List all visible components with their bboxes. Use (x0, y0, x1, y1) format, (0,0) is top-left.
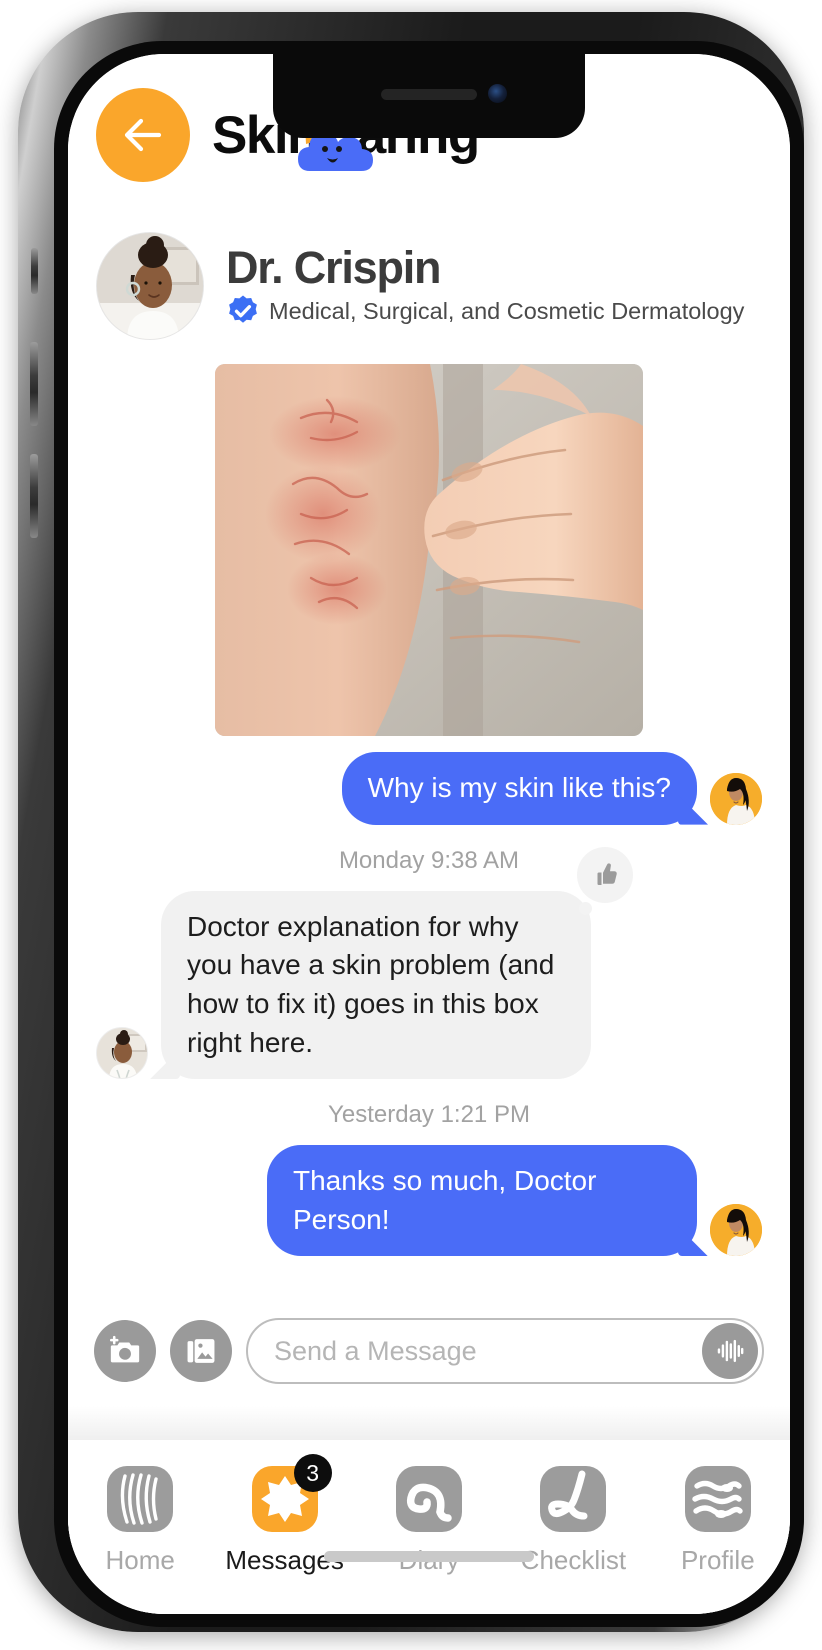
notch (273, 54, 585, 138)
checkmark-glyph (548, 1470, 588, 1520)
message-row-incoming: Doctor explanation for why you have a sk… (96, 846, 762, 1080)
tab-checklist-label: Checklist (520, 1545, 627, 1575)
message-timestamp: Yesterday 1:21 PM (328, 1101, 530, 1129)
star-burst-icon: 3 (251, 1454, 332, 1532)
message-row-outgoing: Why is my skin like this? (96, 752, 762, 825)
message-row-outgoing: Thanks so much, Doctor Person! (96, 1145, 762, 1257)
skin-photo (215, 364, 643, 736)
message-bubble[interactable]: Why is my skin like this? (341, 752, 697, 825)
bottom-navigation: Home 3 Messages Checklist Profile (68, 1440, 790, 1614)
verified-badge-icon (229, 295, 257, 323)
doctor-specialty-row: Medical, Surgical, and Cosmetic Dermatol… (226, 294, 744, 328)
composer-divider (68, 1406, 790, 1440)
messages-badge: 3 (293, 1454, 332, 1492)
voice-button[interactable] (702, 1323, 758, 1379)
camera-button[interactable] (94, 1320, 156, 1382)
user-portrait (710, 1204, 762, 1257)
message-bubble[interactable]: Thanks so much, Doctor Person! (267, 1145, 697, 1257)
tab-home-label: Home (105, 1545, 175, 1575)
skin-photo-message[interactable] (215, 364, 643, 736)
doctor-avatar[interactable] (96, 232, 204, 340)
message-input[interactable] (274, 1335, 702, 1367)
checkmark-icon (540, 1466, 607, 1532)
phone-screen: Skin Dr. Crispin Medical, Surgical, and … (68, 54, 790, 1614)
user-avatar[interactable] (710, 1204, 762, 1257)
screenshot-stage: Skin Dr. Crispin Medical, Surgical, and … (0, 0, 822, 1650)
thumbs-up-reaction[interactable] (577, 846, 633, 915)
tab-profile[interactable]: Profile (646, 1466, 790, 1576)
user-avatar[interactable] (710, 772, 762, 825)
camera-add-icon (109, 1335, 140, 1363)
wave-face-glyph (692, 1480, 743, 1518)
doctor-header[interactable]: Dr. Crispin Medical, Surgical, and Cosme… (68, 216, 790, 356)
user-portrait (710, 772, 762, 825)
silent-switch[interactable] (31, 248, 38, 294)
tab-home[interactable]: Home (68, 1466, 212, 1576)
phone-frame: Skin Dr. Crispin Medical, Surgical, and … (18, 12, 804, 1632)
swirl-glyph (406, 1483, 452, 1522)
doctor-meta: Dr. Crispin Medical, Surgical, and Cosme… (226, 244, 744, 328)
message-timestamp: Monday 9:38 AM (338, 846, 520, 874)
home-indicator[interactable] (324, 1551, 534, 1562)
skin-lines-icon (107, 1466, 174, 1532)
chat-thread[interactable]: Why is my skin like this? Monday 9:38 AM… (68, 356, 790, 1296)
volume-up-button[interactable] (30, 342, 38, 426)
doctor-name: Dr. Crispin (226, 241, 442, 293)
swirl-icon (396, 1466, 463, 1532)
wave-face-icon (684, 1466, 751, 1532)
skin-lines-glyph (120, 1473, 158, 1525)
front-camera-icon (488, 84, 507, 103)
voice-waveform-icon (717, 1339, 744, 1363)
app-root: Skin Dr. Crispin Medical, Surgical, and … (68, 54, 790, 1614)
doctor-specialty: Medical, Surgical, and Cosmetic Dermatol… (269, 297, 745, 324)
volume-down-button[interactable] (30, 454, 38, 538)
doctor-avatar-small[interactable] (96, 1027, 148, 1080)
message-text: Doctor explanation for why you have a sk… (187, 910, 555, 1058)
gallery-button[interactable] (170, 1320, 232, 1382)
back-button[interactable] (96, 88, 190, 182)
tab-profile-label: Profile (680, 1545, 755, 1575)
arrow-left-icon (124, 118, 162, 152)
photo-library-icon (187, 1339, 215, 1363)
thumbs-up-icon (597, 863, 617, 885)
doctor-portrait (97, 233, 203, 339)
message-bubble[interactable]: Doctor explanation for why you have a sk… (161, 846, 633, 1080)
earpiece-speaker (381, 89, 477, 100)
message-composer (68, 1296, 790, 1406)
message-input-wrap[interactable] (246, 1318, 764, 1384)
doctor-portrait-small (97, 1028, 147, 1079)
